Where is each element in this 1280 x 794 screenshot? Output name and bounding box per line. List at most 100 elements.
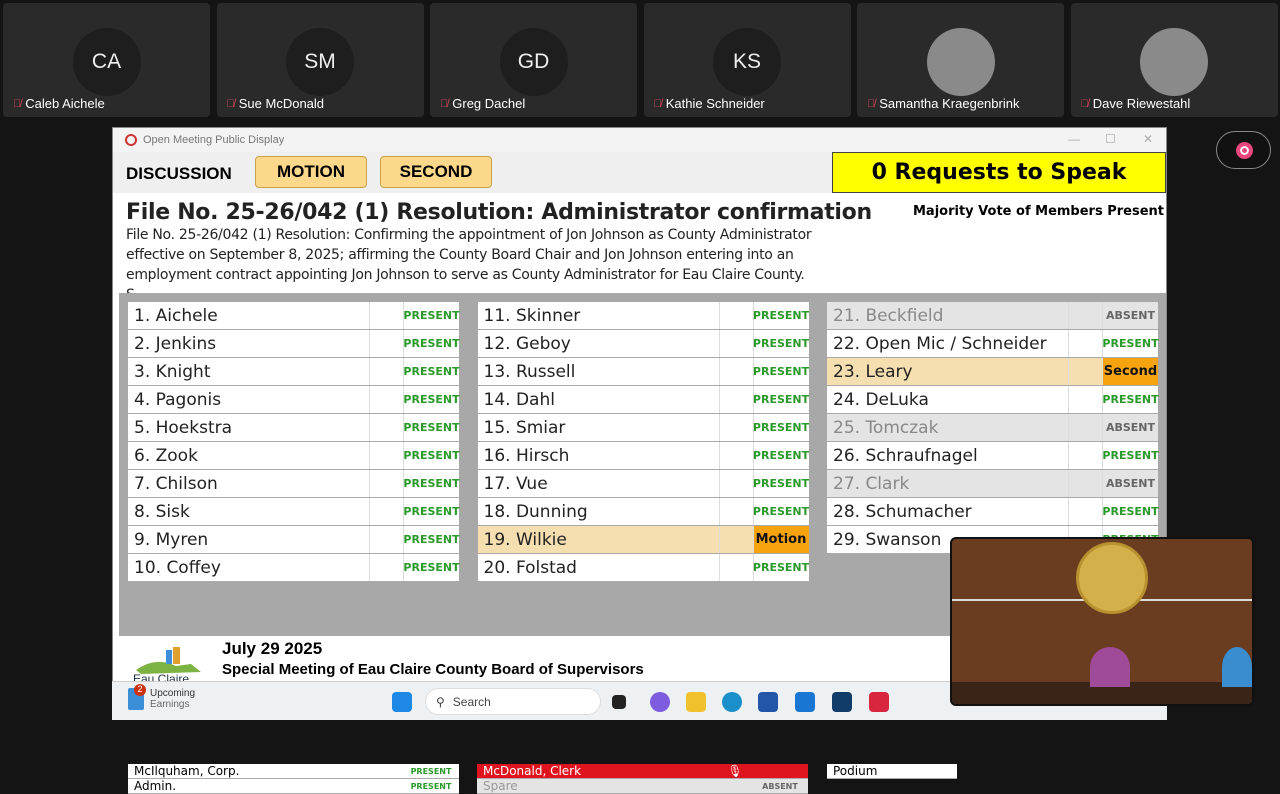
member-row: 7. Chilson PRESENT [128,470,460,498]
webex-icon[interactable] [832,692,852,712]
member-status: PRESENT [752,386,809,413]
avatar: CA [72,28,141,96]
mic-icon: 🎙 [727,764,743,778]
member-row: 24. DeLuka PRESENT [827,386,1159,414]
staff-block-2: McDonald, Clerk 🎙 Spare ABSENT [477,764,808,794]
member-row: 21. Beckfield ABSENT [827,302,1158,330]
participant-name: Greg Dachel [452,96,526,111]
staff-name: McIlquham, Corp. [134,764,240,778]
file-explorer-icon[interactable] [686,692,706,712]
participant-name: Kathie Schneider [665,96,765,111]
second-button[interactable]: SECOND [380,156,492,188]
member-row: 22. Open Mic / Schneider PRESENT [827,330,1159,358]
minimize-button[interactable]: — [1068,132,1080,146]
mic-muted-icon: 🎙̸ [1080,97,1089,110]
search-icon: ⚲ [436,694,445,709]
edge-icon[interactable] [722,692,742,712]
store-icon[interactable] [758,692,778,712]
member-status: PRESENT [403,470,460,497]
participant-tile[interactable]: 🎙̸ Dave Riewestahl [1070,3,1278,117]
member-row: 19. Wilkie Motion [477,526,809,554]
participant-name: Caleb Aichele [25,96,105,111]
member-row: 13. Russell PRESENT [477,358,809,386]
member-row: 10. Coffey PRESENT [128,554,460,582]
member-row: 27. Clark ABSENT [827,470,1158,498]
avatar [1140,28,1208,96]
member-column: 21. Beckfield ABSENT 22. Open Mic / Schnei… [827,302,1159,554]
widgets-button[interactable]: 2 Upcoming Earnings [128,684,196,710]
member-name: 11. Skinner [483,305,581,326]
member-row: 28. Schumacher PRESENT [827,498,1159,526]
discussion-label: DISCUSSION [126,164,232,183]
member-row: 5. Hoekstra PRESENT [128,414,460,442]
member-name: 21. Beckfield [833,305,944,326]
member-name: 13. Russell [483,361,576,382]
member-column: 11. Skinner PRESENT 12. Geboy PRESENT 13. Ru… [477,302,809,582]
task-view-icon[interactable] [612,695,626,709]
participant-tile[interactable]: KS 🎙̸ Kathie Schneider [643,3,851,117]
mic-muted-icon: 🎙̸ [13,97,22,110]
member-row: 12. Geboy PRESENT [477,330,809,358]
mic-muted-icon: 🎙̸ [226,97,235,110]
participant-tile[interactable]: GD 🎙̸ Greg Dachel [430,3,637,117]
member-status: PRESENT [752,554,809,581]
staff-name: Admin. [134,779,177,793]
person [1090,647,1130,687]
member-status: PRESENT [403,386,460,413]
staff-status: PRESENT [410,767,452,776]
motion-button[interactable]: MOTION [255,156,367,188]
staff-name: Spare [483,779,518,793]
member-status: PRESENT [403,442,460,469]
participant-tile[interactable]: CA 🎙̸ Caleb Aichele [3,3,210,117]
member-status: ABSENT [1102,302,1158,329]
close-button[interactable]: ✕ [1143,132,1153,146]
member-name: 8. Sisk [134,501,190,522]
member-status: PRESENT [403,554,460,581]
member-status: PRESENT [403,330,460,357]
member-row: 8. Sisk PRESENT [128,498,460,526]
participant-tile[interactable]: SM 🎙̸ Sue McDonald [216,3,424,117]
member-row: 26. Schraufnagel PRESENT [827,442,1159,470]
record-indicator[interactable] [1216,131,1271,169]
meeting-date: July 29 2025 [222,639,323,658]
search-label: Search [452,694,491,709]
member-row: 18. Dunning PRESENT [477,498,809,526]
participant-tile[interactable]: 🎙̸ Samantha Kraegenbrink [857,3,1064,117]
staff-block-1: McIlquham, Corp. PRESENT Admin. PRESENT [128,764,459,794]
member-row: 25. Tomczak ABSENT [827,414,1158,442]
member-name: 9. Myren [134,529,209,550]
search-box[interactable]: ⚲ Search [425,688,601,715]
copilot-icon[interactable] [650,692,670,712]
participant-name: Samantha Kraegenbrink [879,96,1020,111]
member-row: 3. Knight PRESENT [128,358,460,386]
start-icon[interactable] [392,692,412,712]
file-title: File No. 25-26/042 (1) Resolution: Admin… [126,200,872,225]
widget-title: Upcoming [150,688,196,699]
member-status: PRESENT [752,470,809,497]
mic-muted-icon: 🎙̸ [867,97,876,110]
widget-subtitle: Earnings [150,699,190,710]
vote-requirement: Majority Vote of Members Present [913,204,1165,219]
county-seal-icon [1076,542,1148,614]
staff-status: ABSENT [762,782,798,791]
member-name: 1. Aichele [134,305,218,326]
member-status: Motion [752,526,809,553]
room-video-feed [950,537,1254,706]
member-name: 2. Jenkins [134,333,217,354]
member-name: 23. Leary [833,361,913,382]
member-name: 22. Open Mic / Schneider [833,333,1047,354]
maximize-button[interactable]: ☐ [1105,132,1116,146]
podium-block: Podium [827,764,957,779]
member-status: PRESENT [1102,442,1159,469]
member-status: ABSENT [1102,470,1158,497]
notification-badge: 2 [134,684,146,696]
avatar: KS [713,28,781,96]
member-row: 6. Zook PRESENT [128,442,460,470]
person [1222,647,1252,687]
app-icon [125,134,137,146]
open-meeting-app-icon[interactable] [869,692,889,712]
meeting-name: Special Meeting of Eau Claire County Boa… [222,661,644,678]
mic-muted-icon: 🎙̸ [440,97,449,110]
member-status: PRESENT [1102,330,1159,357]
outlook-icon[interactable] [795,692,815,712]
